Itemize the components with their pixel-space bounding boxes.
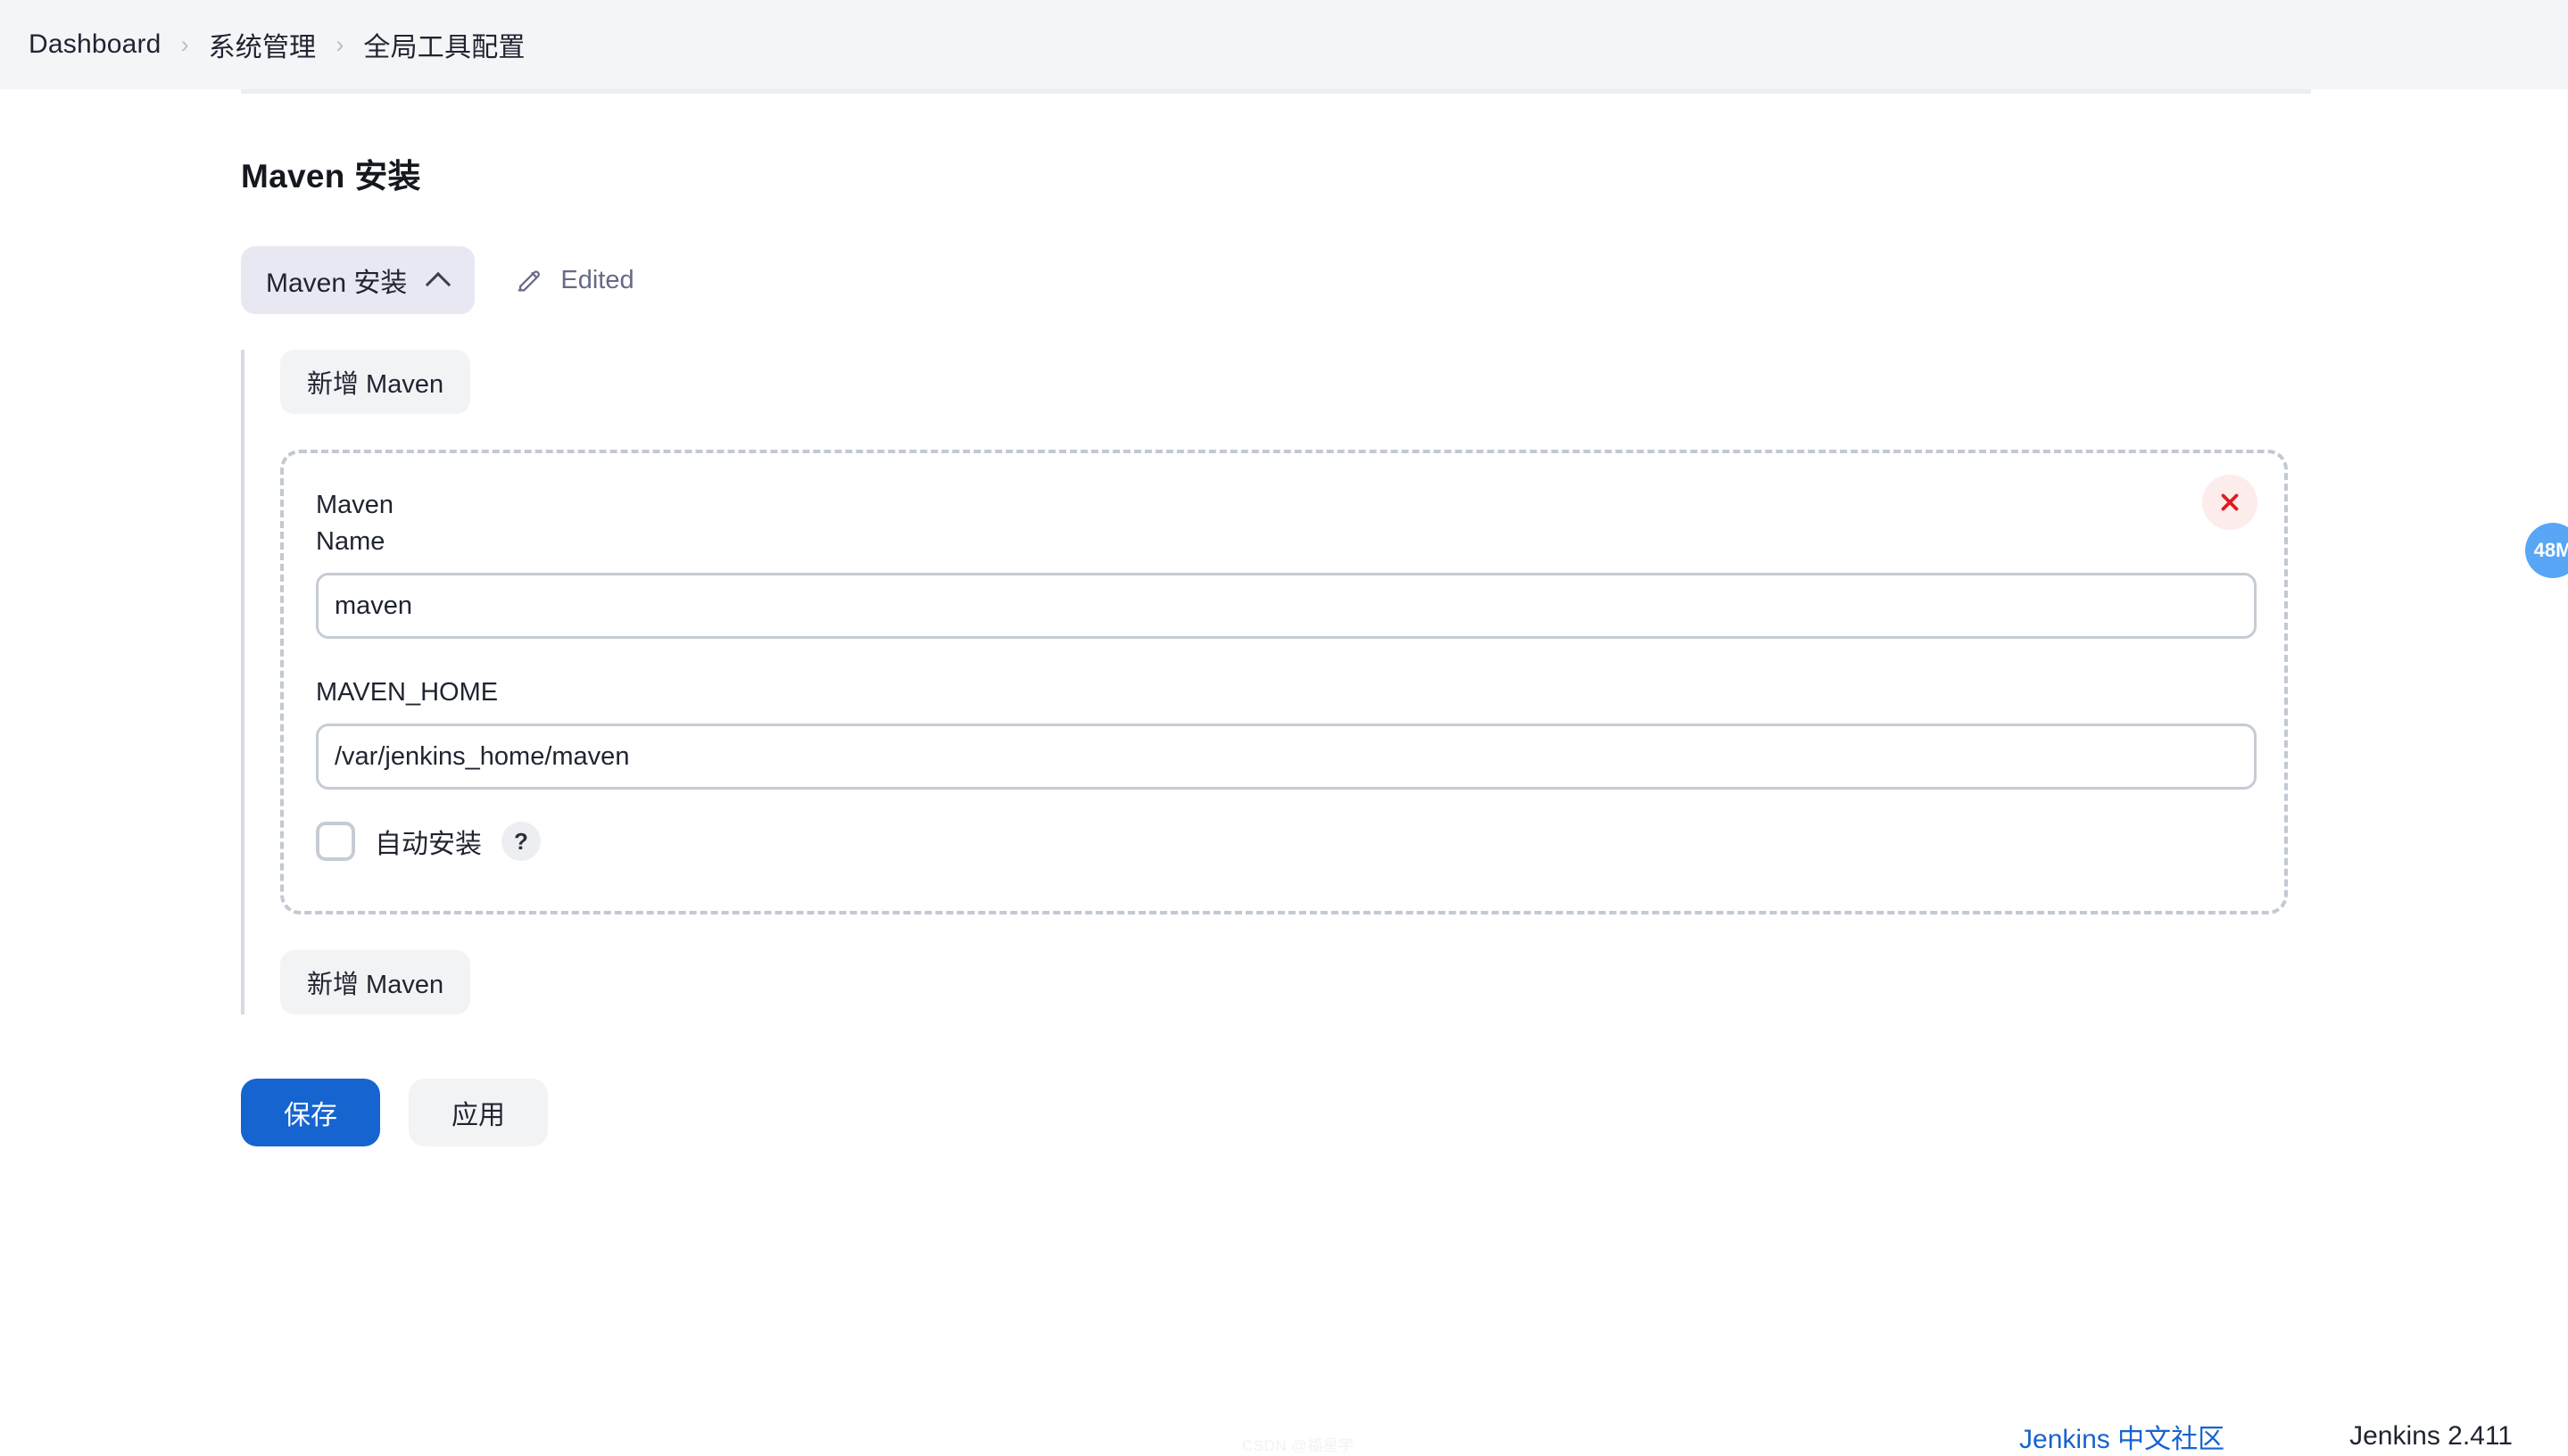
chevron-up-icon [427, 269, 450, 292]
auto-install-checkbox[interactable] [316, 822, 355, 861]
auto-install-row: 自动安装 ? [316, 822, 2252, 861]
page-body: Maven 安装 Maven 安装 Edited 新增 Maven Maven … [0, 89, 2568, 1454]
jenkins-community-link[interactable]: Jenkins 中文社区 [2019, 1417, 2224, 1456]
jenkins-version-label: Jenkins 2.411 [2349, 1421, 2513, 1451]
top-divider [241, 89, 2311, 94]
breadcrumb-item-global-tool-config[interactable]: 全局工具配置 [363, 25, 525, 64]
maven-installations-group: 新增 Maven Maven Name MAVEN_HOME [241, 350, 2320, 1014]
auto-install-label: 自动安装 [375, 830, 482, 859]
form-actions: 保存 应用 [241, 1079, 2568, 1146]
help-icon[interactable]: ? [501, 822, 541, 861]
content-area: Maven 安装 Maven 安装 Edited 新增 Maven Maven … [0, 149, 2568, 1146]
add-maven-button-top[interactable]: 新增 Maven [280, 350, 471, 414]
save-button[interactable]: 保存 [241, 1079, 380, 1146]
field-label-maven-home: MAVEN_HOME [316, 678, 499, 707]
breadcrumb-separator: › [180, 30, 189, 58]
pencil-icon [514, 265, 544, 295]
field-maven-home: MAVEN_HOME [316, 678, 2257, 790]
breadcrumb-separator: › [335, 30, 344, 58]
maven-name-input[interactable] [316, 573, 2257, 639]
page-title: Maven 安装 [241, 158, 421, 194]
section-header-row: Maven 安装 Edited [241, 246, 2568, 314]
edited-label: Edited [560, 265, 634, 294]
breadcrumb-item-system-management[interactable]: 系统管理 [209, 25, 317, 64]
add-maven-button-bottom[interactable]: 新增 Maven [280, 950, 471, 1014]
delete-maven-installation-button[interactable] [2202, 475, 2257, 530]
breadcrumb-bar: Dashboard › 系统管理 › 全局工具配置 [0, 0, 2568, 89]
collapse-toggle-label: Maven 安装 [266, 269, 408, 298]
apply-button[interactable]: 应用 [409, 1079, 548, 1146]
breadcrumb-item-dashboard[interactable]: Dashboard [29, 29, 162, 60]
card-heading: Maven [316, 491, 394, 519]
field-name: Name [316, 527, 2257, 639]
maven-home-input[interactable] [316, 724, 2257, 790]
maven-install-collapse-toggle[interactable]: Maven 安装 [241, 246, 476, 314]
page-footer: Jenkins 中文社区 Jenkins 2.411 [0, 1417, 2568, 1456]
field-label-name: Name [316, 527, 385, 556]
maven-installation-card: Maven Name MAVEN_HOME 自动安装 ? [280, 450, 2288, 914]
edited-indicator: Edited [514, 265, 634, 295]
